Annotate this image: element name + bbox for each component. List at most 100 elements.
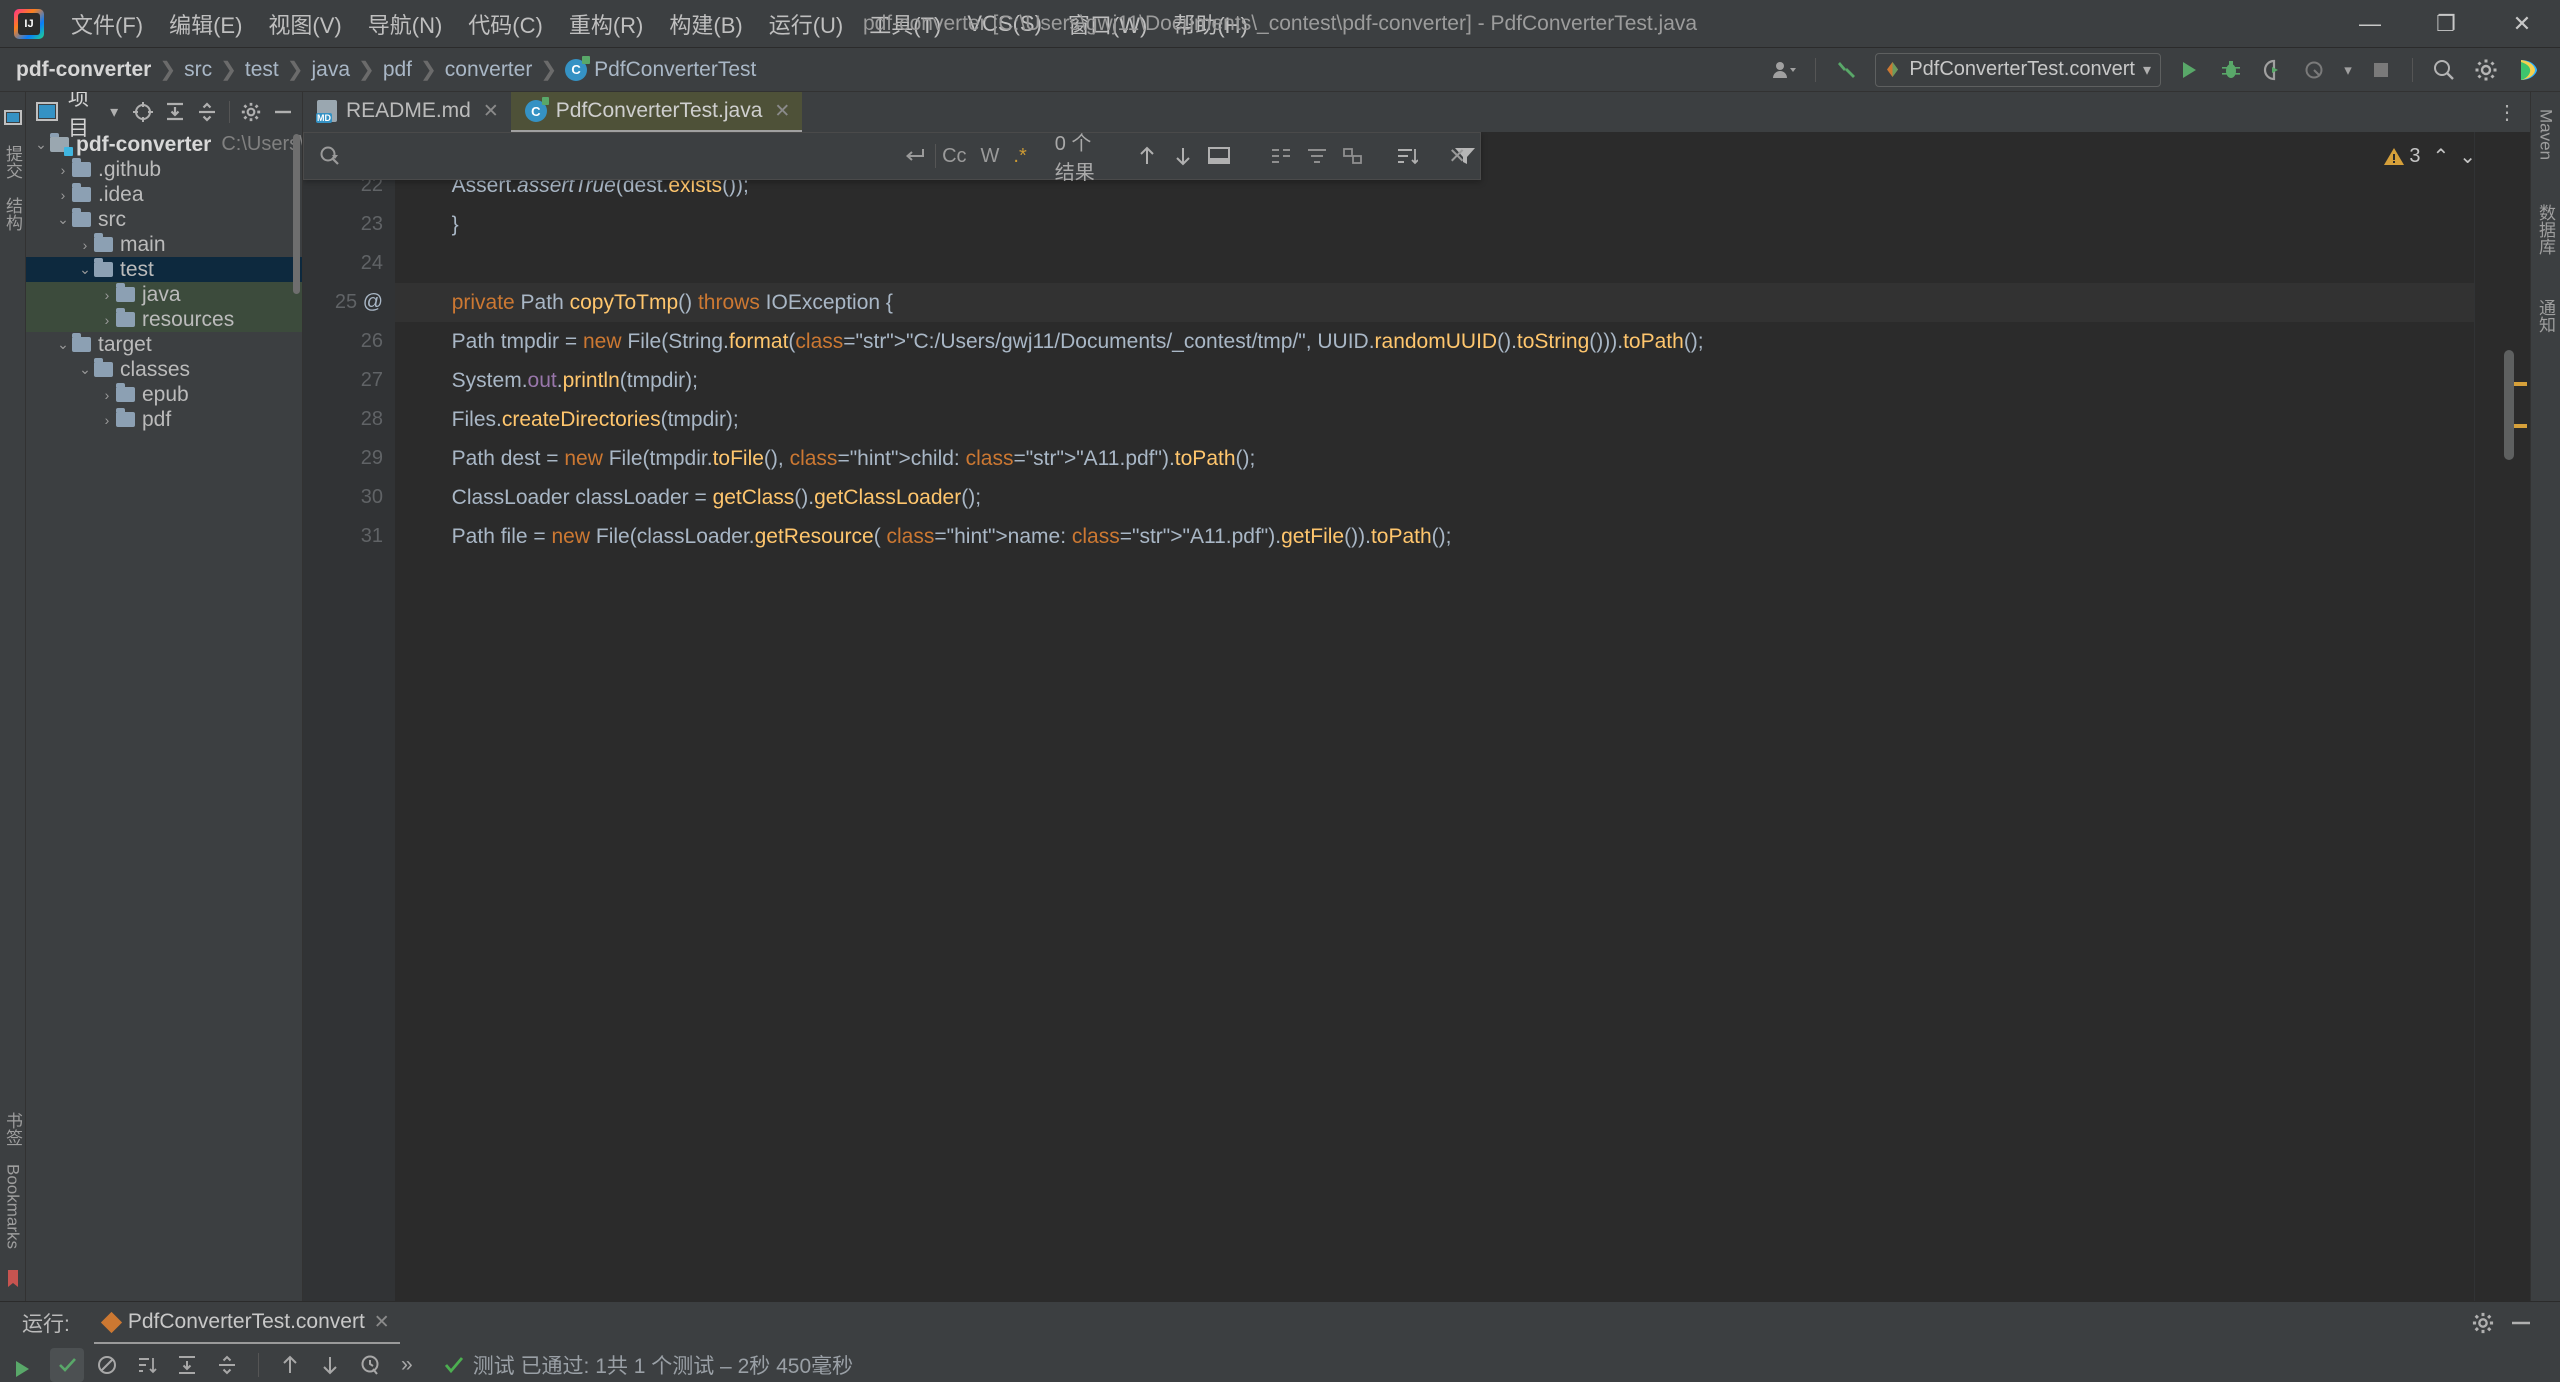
tree-expand-arrow-icon[interactable]: ⌄ — [32, 136, 50, 153]
strip-tab-bookmarks[interactable]: Bookmarks — [1, 1155, 25, 1269]
run-settings-gear-icon[interactable] — [2468, 1308, 2498, 1338]
tree-expand-arrow-icon[interactable]: ⌄ — [76, 361, 94, 378]
editor-tab-readme[interactable]: README.md ✕ — [303, 92, 511, 132]
gutter-line-24[interactable]: 24 — [303, 244, 395, 283]
code-line-28[interactable]: Files.createDirectories(tmpdir); — [395, 400, 2474, 439]
expand-tests-icon[interactable] — [170, 1348, 204, 1382]
search-preserve-case-icon[interactable] — [1338, 141, 1368, 171]
project-tree-node--idea[interactable]: › .idea — [26, 182, 302, 207]
project-view-chevron-icon[interactable]: ▾ — [110, 102, 118, 122]
project-tree[interactable]: ⌄pdf-converterC:\Users\gwj11\Do›.github›… — [26, 132, 302, 1301]
regex-toggle[interactable]: .* — [1013, 145, 1026, 168]
code-line-23[interactable]: } — [395, 205, 2474, 244]
tab-close-icon[interactable]: ✕ — [483, 100, 499, 123]
menu-item-7[interactable]: 运行(U) — [756, 3, 857, 45]
tree-expand-arrow-icon[interactable]: › — [98, 287, 116, 303]
project-tree-node-classes[interactable]: ⌄ classes — [26, 357, 302, 382]
open-in-find-window-icon[interactable] — [1204, 141, 1234, 171]
code-line-31[interactable]: Path file = new File(classLoader.getReso… — [395, 517, 2474, 556]
search-filter-extra-icon[interactable] — [1302, 141, 1332, 171]
close-button[interactable]: ✕ — [2484, 0, 2560, 48]
editor-code[interactable]: Assert.assertTrue(dest.exists()); } priv… — [395, 132, 2474, 1301]
code-line-25[interactable]: private Path copyToTmp() throws IOExcept… — [395, 283, 2474, 322]
gutter-line-26[interactable]: 26 — [303, 322, 395, 361]
search-input[interactable] — [350, 144, 904, 168]
more-actions-icon[interactable]: » — [393, 1353, 421, 1377]
project-tree-node-epub[interactable]: › epub — [26, 382, 302, 407]
bookmark-pin-icon[interactable] — [5, 1269, 21, 1301]
search-next-icon[interactable] — [1168, 141, 1198, 171]
run-window-hide-icon[interactable] — [2506, 1308, 2536, 1338]
strip-tab-commit[interactable]: 提交 — [0, 136, 27, 188]
editor-vertical-scrollbar[interactable] — [2504, 350, 2514, 460]
project-tree-scrollbar[interactable] — [293, 134, 300, 294]
strip-tab-notifications[interactable]: 通知 — [2531, 290, 2560, 342]
settings-gear-icon[interactable] — [2466, 52, 2506, 88]
search-input-wrap[interactable] — [304, 144, 904, 168]
strip-tab-project[interactable] — [2, 100, 24, 136]
breadcrumb-item-converter[interactable]: converter — [445, 58, 533, 82]
debug-button[interactable] — [2211, 52, 2251, 88]
menu-item-3[interactable]: 导航(N) — [355, 3, 456, 45]
menu-item-6[interactable]: 构建(B) — [656, 3, 755, 45]
menu-item-8[interactable]: 工具(T) — [856, 3, 954, 45]
gutter-line-31[interactable]: 31 — [303, 517, 395, 556]
run-tab-pdfconvertertest-convert[interactable]: PdfConverterTest.convert ✕ — [93, 1302, 400, 1344]
breadcrumb-item-java[interactable]: java — [312, 58, 351, 82]
whole-words-toggle[interactable]: W — [981, 145, 1000, 168]
match-case-toggle[interactable]: Cc — [942, 145, 966, 168]
menu-item-10[interactable]: 窗口(W) — [1055, 3, 1160, 45]
editor-tab-options-icon[interactable]: ⋮ — [2492, 97, 2522, 127]
gutter-line-30[interactable]: 30 — [303, 478, 395, 517]
code-line-27[interactable]: System.out.println(tmpdir); — [395, 361, 2474, 400]
strip-tab-structure[interactable]: 结构 — [0, 188, 27, 240]
tree-expand-arrow-icon[interactable]: › — [76, 237, 94, 253]
tree-expand-arrow-icon[interactable]: › — [54, 187, 72, 203]
rerun-button[interactable] — [5, 1352, 39, 1382]
warning-prev-icon[interactable]: ⌃ — [2432, 144, 2449, 169]
project-tree-node-pdf-converter[interactable]: ⌄ pdf-converter C:\Users\gwj11\Do — [26, 132, 302, 157]
project-tree-node-pdf[interactable]: › pdf — [26, 407, 302, 432]
breadcrumb-item-pdfconvertertest[interactable]: C PdfConverterTest — [565, 55, 756, 82]
project-settings-gear-icon[interactable] — [238, 97, 264, 127]
menu-item-2[interactable]: 视图(V) — [255, 3, 354, 45]
tree-expand-arrow-icon[interactable]: › — [98, 312, 116, 328]
project-tree-node-src[interactable]: ⌄ src — [26, 207, 302, 232]
tree-expand-arrow-icon[interactable]: › — [98, 412, 116, 428]
menu-item-0[interactable]: 文件(F) — [58, 3, 156, 45]
user-avatar-icon[interactable] — [1764, 52, 1804, 88]
editor-gutter[interactable]: 2122232425 @262728293031 — [303, 132, 395, 1301]
build-hammer-icon[interactable] — [1827, 52, 1867, 88]
search-prev-icon[interactable] — [1132, 141, 1162, 171]
menu-item-1[interactable]: 编辑(E) — [156, 3, 255, 45]
project-tree-node-resources[interactable]: › resources — [26, 307, 302, 332]
code-line-26[interactable]: Path tmpdir = new File(String.format(cla… — [395, 322, 2474, 361]
project-tree-node-java[interactable]: › java — [26, 282, 302, 307]
sort-alphabetically-icon[interactable] — [130, 1348, 164, 1382]
test-duration-icon[interactable] — [353, 1348, 387, 1382]
hide-panel-icon[interactable] — [270, 97, 296, 127]
search-newline-icon[interactable] — [903, 146, 925, 166]
collapse-tests-icon[interactable] — [210, 1348, 244, 1382]
search-sort-icon[interactable] — [1392, 141, 1422, 171]
inspection-warning-badge[interactable]: 3 ⌃ ⌄ — [2383, 144, 2476, 169]
prev-failed-test-icon[interactable] — [273, 1348, 307, 1382]
run-with-coverage-button[interactable] — [2253, 52, 2293, 88]
gutter-line-27[interactable]: 27 — [303, 361, 395, 400]
collapse-all-icon[interactable] — [194, 97, 220, 127]
strip-tab-bookmarks-cn[interactable]: 书签 — [0, 1103, 27, 1155]
gutter-line-23[interactable]: 23 — [303, 205, 395, 244]
select-all-occurrences-icon[interactable] — [1266, 141, 1296, 171]
gutter-line-28[interactable]: 28 — [303, 400, 395, 439]
tree-expand-arrow-icon[interactable]: ⌄ — [54, 211, 72, 228]
tree-expand-arrow-icon[interactable]: ⌄ — [76, 261, 94, 278]
project-tree-node-test[interactable]: ⌄ test — [26, 257, 302, 282]
strip-tab-database[interactable]: 数据库 — [2531, 195, 2560, 264]
minimize-button[interactable]: — — [2332, 0, 2408, 48]
maximize-button[interactable]: ❐ — [2408, 0, 2484, 48]
next-failed-test-icon[interactable] — [313, 1348, 347, 1382]
tree-expand-arrow-icon[interactable]: › — [54, 162, 72, 178]
show-passed-toggle[interactable] — [50, 1348, 84, 1382]
gutter-line-29[interactable]: 29 — [303, 439, 395, 478]
menu-item-11[interactable]: 帮助(H) — [1160, 3, 1261, 45]
